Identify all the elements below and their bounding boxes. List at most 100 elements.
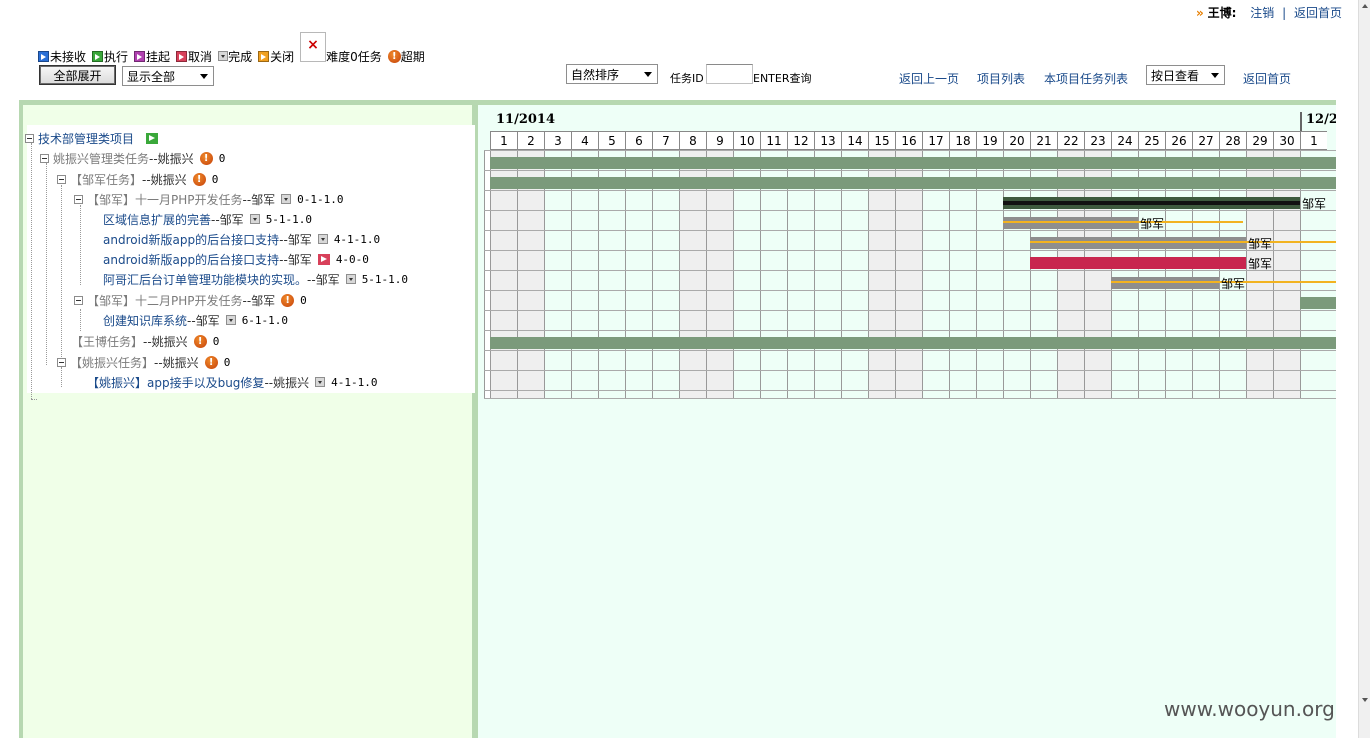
expand-all-button[interactable]: 全部展开 [39, 65, 116, 85]
task-id-input[interactable] [706, 64, 753, 84]
day-header: 18 [949, 131, 976, 150]
gantt-deadline-line [1003, 221, 1244, 223]
tree-line [80, 309, 81, 331]
collapse-toggle-icon[interactable] [74, 194, 83, 204]
gantt-bar-label: 邹军 [1221, 277, 1246, 291]
tree-line [31, 399, 37, 400]
gantt-bar[interactable] [490, 177, 1336, 189]
tree-node[interactable]: 【邹军】十一月PHP开发任务 --邹军 0-1-1.0 [74, 190, 344, 208]
day-header: 29 [1246, 131, 1273, 150]
scroll-up-icon[interactable] [1362, 4, 1368, 8]
tree-leaf[interactable]: 创建知识库系统 --邹军 6-1-1.0 [103, 311, 288, 329]
logout-link[interactable]: 注销 [1250, 6, 1274, 20]
tree-leaf[interactable]: android新版app的后台接口支持 --邹军 4-0-0 [103, 250, 369, 268]
gantt-bar[interactable] [1003, 217, 1138, 229]
day-header: 21 [1030, 131, 1057, 150]
month-label: 12/20 [1306, 112, 1336, 127]
view-mode-select[interactable]: 按日查看 [1146, 65, 1225, 85]
day-header: 1 [1300, 131, 1327, 150]
collapse-toggle-icon[interactable] [74, 295, 83, 305]
gantt-bar[interactable] [490, 157, 1336, 169]
tree-root[interactable]: 技术部管理类项目 [25, 129, 159, 147]
collapse-toggle-icon[interactable] [57, 357, 66, 367]
row-line [484, 370, 1336, 371]
complete-icon [225, 315, 236, 325]
collapse-toggle-icon[interactable] [40, 153, 49, 163]
gantt-bar[interactable] [490, 337, 1336, 349]
day-header: 1 [490, 131, 517, 150]
day-header: 5 [598, 131, 625, 150]
gantt-bar[interactable] [1030, 257, 1246, 269]
tree-leaf[interactable]: 阿哥汇后台订单管理功能模块的实现。 --邹军 5-1-1.0 [103, 270, 408, 288]
row-line [484, 310, 1336, 311]
suspended-icon [134, 50, 146, 62]
user-name: 王博: [1207, 6, 1237, 20]
cancel-icon [176, 50, 188, 62]
complete-icon [281, 194, 292, 204]
project-list-link[interactable]: 项目列表 [977, 70, 1025, 87]
tree-node[interactable]: 【姚振兴任务】 --姚振兴 ! 0 [57, 353, 230, 371]
complete-icon [218, 51, 229, 61]
row-line [484, 350, 1336, 351]
gantt-bar[interactable] [1111, 277, 1219, 289]
tree-line [31, 143, 32, 399]
tree-node[interactable]: 姚振兴管理类任务 --姚振兴 ! 0 [40, 149, 225, 167]
chevron-down-icon [200, 74, 208, 79]
day-header: 23 [1084, 131, 1111, 150]
row-line [484, 390, 1336, 391]
row-line [484, 150, 1336, 151]
day-header: 11 [760, 131, 787, 150]
status-legend: 未接收 执行 挂起 取消 完成 关闭 难度0任务 !超期 [38, 32, 431, 65]
home-link[interactable]: 返回首页 [1294, 6, 1342, 20]
day-header: 20 [1003, 131, 1030, 150]
return-home-link[interactable]: 返回首页 [1243, 70, 1291, 87]
day-header: 22 [1057, 131, 1084, 150]
tree-node[interactable]: 【王博任务】 --姚振兴 ! 0 [71, 332, 219, 350]
gantt-bar[interactable] [1300, 297, 1336, 309]
row-line [484, 398, 1336, 399]
page-scrollbar[interactable] [1358, 0, 1370, 738]
show-filter-select[interactable]: 显示全部 [122, 66, 214, 86]
collapse-toggle-icon[interactable] [57, 174, 66, 184]
day-header: 19 [976, 131, 1003, 150]
legend-closed: 关闭 [258, 48, 294, 65]
tree-node[interactable]: 【邹军】十二月PHP开发任务 --邹军 ! 0 [74, 291, 307, 309]
tree-line [46, 163, 47, 365]
row-line [484, 230, 1336, 231]
tree-leaf[interactable]: 区域信息扩展的完善 --邹军 5-1-1.0 [103, 210, 312, 228]
project-task-list-link[interactable]: 本项目任务列表 [1044, 70, 1128, 87]
task-id-label: 任务ID [670, 72, 704, 85]
collapse-toggle-icon[interactable] [25, 133, 34, 143]
day-header: 27 [1192, 131, 1219, 150]
row-line [484, 250, 1336, 251]
overdue-icon: ! [204, 355, 218, 369]
legend-difficulty: 难度0任务 [326, 49, 382, 64]
overdue-icon: ! [199, 151, 213, 165]
tree-leaf[interactable]: android新版app的后台接口支持 --邹军 4-1-1.0 [103, 230, 380, 248]
back-link[interactable]: 返回上一页 [899, 70, 959, 87]
gantt-bar[interactable] [1030, 237, 1246, 249]
sort-select[interactable]: 自然排序 [566, 64, 658, 84]
day-header: 25 [1138, 131, 1165, 150]
day-header: 15 [868, 131, 895, 150]
scroll-down-icon[interactable] [1362, 698, 1368, 702]
day-header: 2 [517, 131, 544, 150]
day-header: 4 [571, 131, 598, 150]
tree-node[interactable]: 【邹军任务】 --姚振兴 ! 0 [57, 170, 218, 188]
row-line [484, 270, 1336, 271]
day-header: 17 [922, 131, 949, 150]
broken-image-icon [300, 32, 327, 62]
gantt-bar-progress [1003, 201, 1300, 205]
day-header: 28 [1219, 131, 1246, 150]
enter-query-label: ENTER查询 [753, 72, 812, 85]
day-header: 14 [841, 131, 868, 150]
day-header: 8 [679, 131, 706, 150]
day-header: 3 [544, 131, 571, 150]
tree-root-label[interactable]: 技术部管理类项目 [38, 130, 134, 147]
tree-leaf[interactable]: 【姚振兴】app接手以及bug修复 --姚振兴 4-1-1.0 [87, 373, 377, 391]
gantt-bar-label: 邹军 [1302, 197, 1327, 211]
legend-cancelled: 取消 [176, 48, 212, 65]
day-header: 24 [1111, 131, 1138, 150]
row-line [484, 290, 1336, 291]
legend-suspended: 挂起 [134, 48, 170, 65]
